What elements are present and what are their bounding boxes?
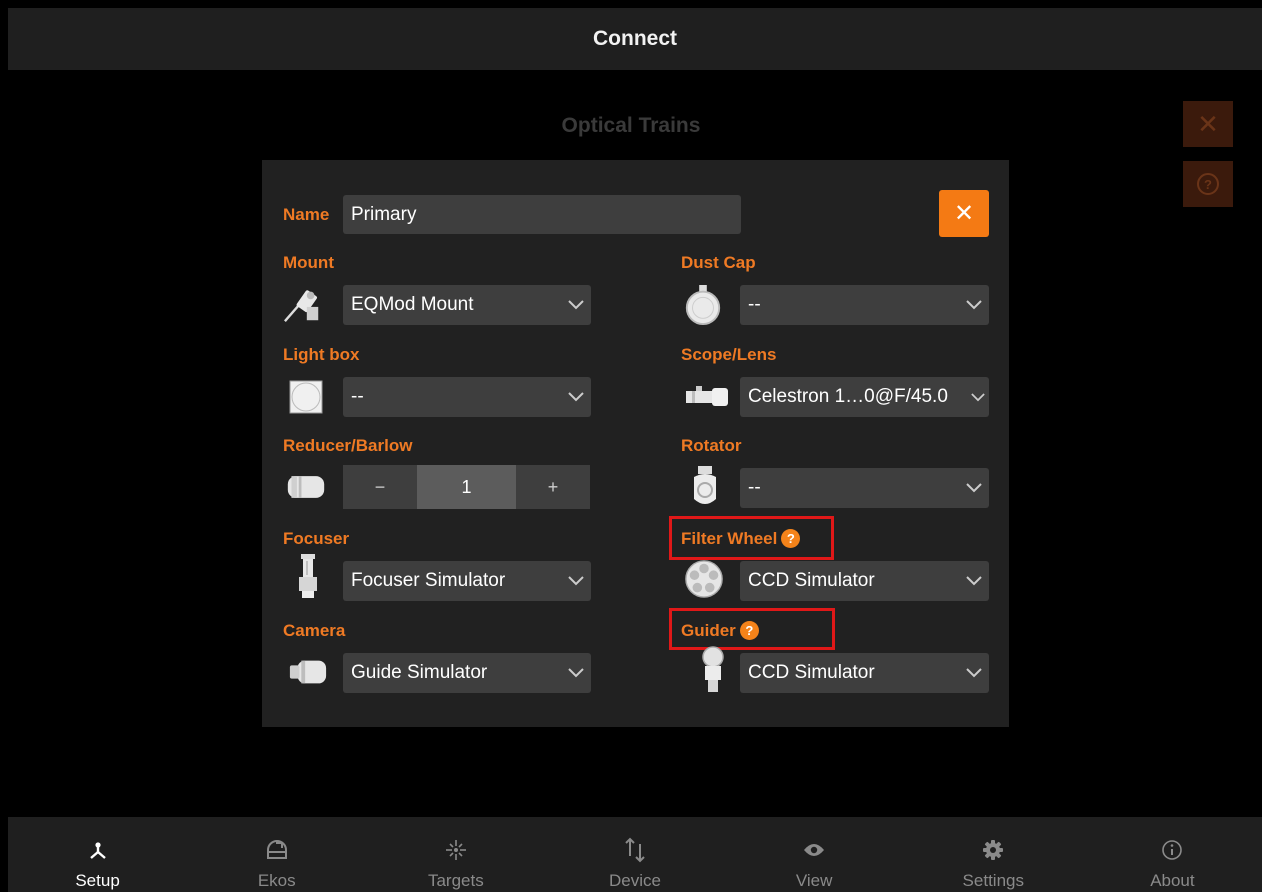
increment-button[interactable]: + <box>516 465 590 509</box>
guider-help-icon[interactable]: ? <box>739 621 759 641</box>
tab-settings[interactable]: Settings <box>904 817 1083 892</box>
chevron-down-icon <box>561 300 591 310</box>
light-box-select[interactable]: -- <box>343 377 591 417</box>
reducer-barlow-label: Reducer/Barlow <box>283 436 413 455</box>
filter-wheel-select[interactable]: CCD Simulator <box>740 561 989 601</box>
tab-device-label: Device <box>609 871 661 890</box>
guider-label-text: Guider <box>681 621 736 640</box>
name-label: Name <box>283 205 330 224</box>
close-icon: ✕ <box>1197 108 1219 139</box>
scope-icon <box>684 376 730 418</box>
focuser-select[interactable]: Focuser Simulator <box>343 561 591 601</box>
focuser-select-value: Focuser Simulator <box>351 570 506 591</box>
rotator-select[interactable]: -- <box>740 468 989 508</box>
focuser-icon <box>288 554 328 598</box>
chevron-down-icon <box>959 300 989 310</box>
ekos-icon <box>265 837 289 863</box>
mount-icon <box>283 284 323 326</box>
tab-targets[interactable]: Targets <box>366 817 545 892</box>
reducer-stepper[interactable]: − 1 + <box>343 465 590 509</box>
chevron-down-icon <box>967 392 989 402</box>
chevron-down-icon <box>561 576 591 586</box>
device-icon <box>623 837 647 863</box>
help-icon: ? <box>1197 173 1219 195</box>
filter-wheel-label: Filter Wheel? <box>681 529 801 549</box>
dialog-close-button[interactable]: ✕ <box>939 190 989 237</box>
tab-ekos[interactable]: Ekos <box>187 817 366 892</box>
dust-cap-label: Dust Cap <box>681 253 756 272</box>
setup-icon <box>87 837 109 863</box>
camera-select-value: Guide Simulator <box>351 662 488 683</box>
reducer-icon <box>286 466 326 508</box>
light-box-label: Light box <box>283 345 360 364</box>
tab-about[interactable]: About <box>1083 817 1262 892</box>
view-icon <box>803 837 825 863</box>
tab-targets-label: Targets <box>427 871 484 890</box>
dust-cap-icon <box>683 283 723 327</box>
chevron-down-icon <box>959 483 989 493</box>
mount-label: Mount <box>283 253 334 272</box>
tab-setup-label: Setup <box>75 871 120 890</box>
tab-setup[interactable]: Setup <box>8 817 187 892</box>
scope-lens-label: Scope/Lens <box>681 345 777 364</box>
about-icon <box>1161 837 1183 863</box>
mount-select-value: EQMod Mount <box>351 294 474 315</box>
guider-icon <box>696 646 730 694</box>
reducer-value[interactable]: 1 <box>417 465 516 509</box>
chevron-down-icon <box>561 668 591 678</box>
mount-select[interactable]: EQMod Mount <box>343 285 591 325</box>
guider-select-value: CCD Simulator <box>748 662 875 683</box>
optical-trains-title: Optical Trains <box>561 114 701 137</box>
camera-select[interactable]: Guide Simulator <box>343 653 591 693</box>
name-input[interactable]: Primary <box>343 195 741 234</box>
rotator-icon <box>688 464 722 510</box>
dust-cap-select-value: -- <box>748 294 761 315</box>
focuser-label: Focuser <box>283 529 350 548</box>
tab-view-label: View <box>795 871 833 890</box>
top-bar: Connect <box>8 8 1262 70</box>
filter-wheel-label-text: Filter Wheel <box>681 529 778 548</box>
camera-label: Camera <box>283 621 346 640</box>
filter-wheel-help-icon[interactable]: ? <box>781 529 801 549</box>
bottom-navigation: Setup Ekos Targets Device View Settings <box>8 817 1262 892</box>
guider-select[interactable]: CCD Simulator <box>740 653 989 693</box>
guider-label: Guider? <box>681 621 759 641</box>
page-title: Connect <box>593 27 677 50</box>
chevron-down-icon <box>959 576 989 586</box>
tab-device[interactable]: Device <box>545 817 724 892</box>
tab-ekos-label: Ekos <box>257 871 296 890</box>
settings-icon <box>982 837 1004 863</box>
tab-settings-label: Settings <box>962 871 1024 890</box>
dust-cap-select[interactable]: -- <box>740 285 989 325</box>
scope-lens-select[interactable]: Celestron 1…0@F/45.0 <box>740 377 989 417</box>
tab-about-label: About <box>1150 871 1195 890</box>
light-box-icon <box>286 376 326 418</box>
camera-icon <box>288 651 328 693</box>
chevron-down-icon <box>959 668 989 678</box>
filter-wheel-icon <box>684 558 724 600</box>
rotator-label: Rotator <box>681 436 742 455</box>
name-input-value: Primary <box>351 203 417 225</box>
rotator-select-value: -- <box>748 477 761 498</box>
filter-wheel-select-value: CCD Simulator <box>748 570 875 591</box>
close-icon: ✕ <box>953 200 975 227</box>
light-box-select-value: -- <box>351 386 364 407</box>
targets-icon <box>445 837 467 863</box>
decrement-button[interactable]: − <box>343 465 417 509</box>
tab-view[interactable]: View <box>725 817 904 892</box>
background-close-button[interactable]: ✕ <box>1183 101 1233 147</box>
chevron-down-icon <box>561 392 591 402</box>
background-help-button[interactable]: ? <box>1183 161 1233 207</box>
scope-lens-select-value: Celestron 1…0@F/45.0 <box>748 386 948 407</box>
